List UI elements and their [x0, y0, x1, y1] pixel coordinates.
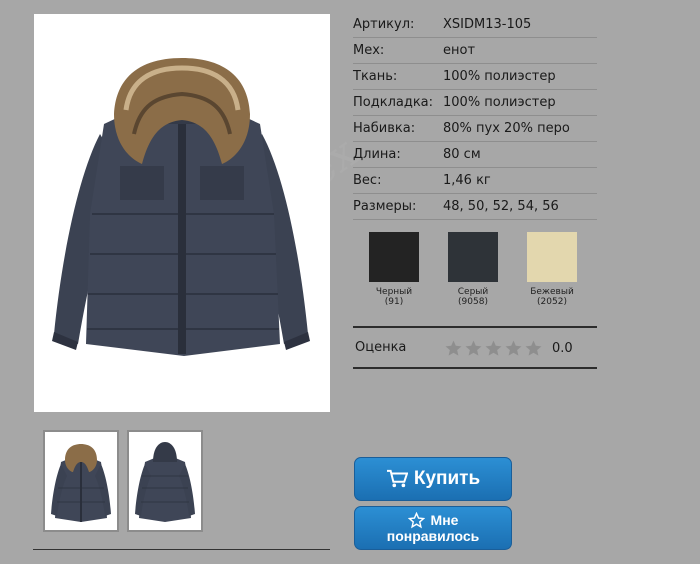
color-code: (2052) — [537, 297, 567, 307]
spec-value: XSIDM13-105 — [443, 17, 532, 32]
spec-label: Вес: — [353, 173, 382, 188]
star-icon[interactable] — [484, 339, 503, 358]
color-swatch-gray[interactable] — [448, 232, 498, 282]
spec-row-length: Длина: 80 см — [353, 142, 597, 168]
rating-value: 0.0 — [552, 341, 573, 356]
rating-divider-bottom — [353, 367, 597, 369]
color-code: (9058) — [458, 297, 488, 307]
like-button-label-line2: понравилось — [386, 528, 480, 544]
jacket-front-thumbnail — [51, 444, 111, 522]
color-swatch-beige[interactable] — [527, 232, 577, 282]
rating-stars[interactable] — [444, 339, 543, 358]
spec-label: Подкладка: — [353, 95, 434, 110]
like-button[interactable]: Мне понравилось — [354, 506, 512, 550]
spec-value: 80% пух 20% перо — [443, 121, 570, 136]
rating-label: Оценка — [355, 340, 407, 355]
spec-row-fabric: Ткань: 100% полиэстер — [353, 64, 597, 90]
spec-value: 100% полиэстер — [443, 95, 556, 110]
spec-row-article: Артикул: XSIDM13-105 — [353, 12, 597, 38]
spec-label: Набивка: — [353, 121, 416, 136]
buy-button-label: Купить — [413, 468, 481, 489]
spec-value: 100% полиэстер — [443, 69, 556, 84]
spec-label: Ткань: — [353, 69, 398, 84]
buy-button[interactable]: Купить — [354, 457, 512, 501]
spec-row-lining: Подкладка: 100% полиэстер — [353, 90, 597, 116]
spec-row-sizes: Размеры: 48, 50, 52, 54, 56 — [353, 194, 597, 220]
star-icon[interactable] — [524, 339, 543, 358]
color-caption-beige: Бежевый (2052) — [512, 287, 592, 307]
specs-table: Артикул: XSIDM13-105 Мех: енот Ткань: 10… — [353, 12, 597, 220]
cart-icon — [386, 469, 408, 488]
star-icon[interactable] — [444, 339, 463, 358]
product-main-image[interactable] — [34, 14, 330, 412]
thumbnail-front[interactable] — [43, 430, 119, 532]
spec-row-weight: Вес: 1,46 кг — [353, 168, 597, 194]
spec-value: енот — [443, 43, 476, 58]
like-button-label-line1: Мне — [430, 512, 459, 528]
color-swatch-black[interactable] — [369, 232, 419, 282]
spec-row-fur: Мех: енот — [353, 38, 597, 64]
color-caption-gray: Серый (9058) — [433, 287, 513, 307]
left-divider — [33, 549, 330, 550]
star-icon[interactable] — [504, 339, 523, 358]
color-name: Бежевый — [530, 287, 574, 297]
thumbnail-back[interactable] — [127, 430, 203, 532]
spec-label: Артикул: — [353, 17, 415, 32]
rating-divider-top — [353, 326, 597, 328]
spec-value: 80 см — [443, 147, 481, 162]
spec-value: 1,46 кг — [443, 173, 491, 188]
color-caption-black: Черный (91) — [354, 287, 434, 307]
spec-label: Размеры: — [353, 199, 417, 214]
spec-row-filling: Набивка: 80% пух 20% перо — [353, 116, 597, 142]
jacket-front-illustration — [52, 58, 310, 356]
spec-label: Мех: — [353, 43, 385, 58]
color-name: Серый — [457, 287, 489, 297]
color-name: Черный — [375, 287, 413, 297]
spec-label: Длина: — [353, 147, 401, 162]
star-icon[interactable] — [464, 339, 483, 358]
spec-value: 48, 50, 52, 54, 56 — [443, 199, 559, 214]
star-outline-icon — [407, 512, 425, 529]
jacket-back-thumbnail — [135, 442, 195, 522]
color-code: (91) — [384, 297, 404, 307]
